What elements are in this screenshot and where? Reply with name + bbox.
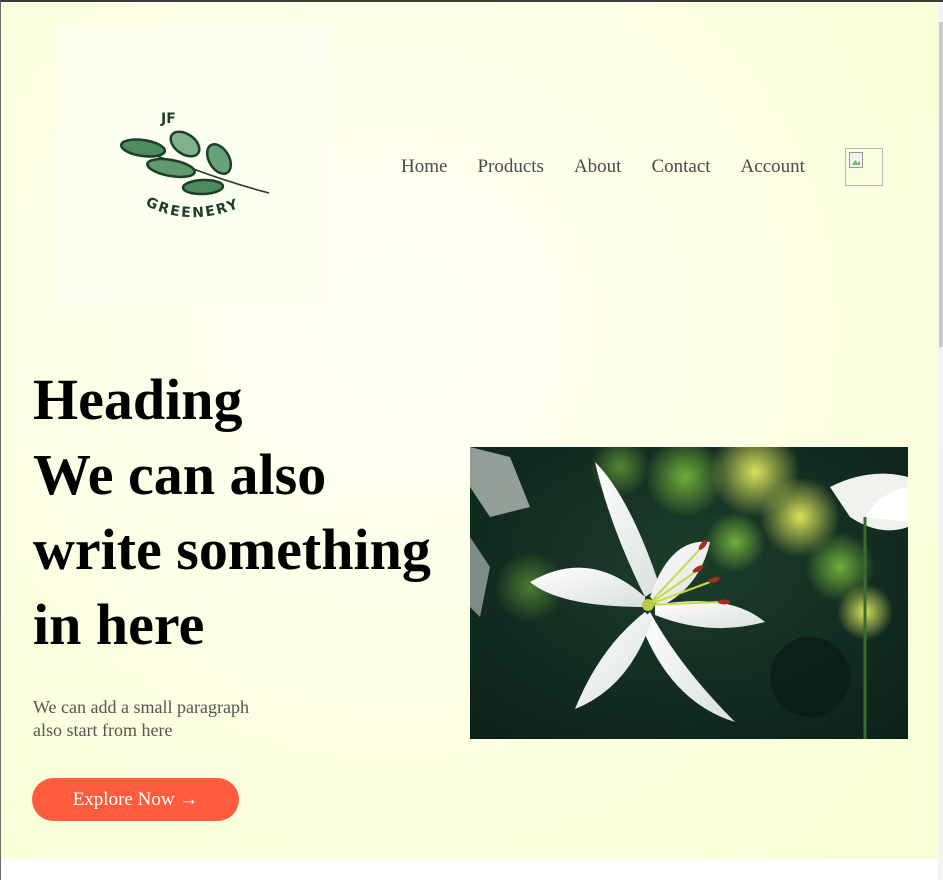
heading-line: write something <box>33 517 431 582</box>
nav-home-link[interactable]: Home <box>401 155 447 179</box>
cart-image-button[interactable] <box>845 148 883 186</box>
nav-contact-link[interactable]: Contact <box>651 155 710 179</box>
heading-line: Heading <box>33 367 243 432</box>
leaf-logo-icon: JF GREENERY <box>119 111 270 221</box>
broken-image-icon <box>849 152 863 168</box>
lily-photo <box>470 447 908 739</box>
nav-about-link[interactable]: About <box>574 155 622 179</box>
paragraph-line: We can add a small paragraph <box>33 697 249 717</box>
page-scrollbar[interactable] <box>938 2 943 880</box>
hero-heading: Heading We can also write something in h… <box>33 362 473 662</box>
brand-logo[interactable]: JF GREENERY <box>57 27 332 302</box>
explore-now-button[interactable]: Explore Now → <box>32 778 239 821</box>
white-lily-image <box>470 447 908 739</box>
hero-paragraph: We can add a small paragraph also start … <box>33 696 293 742</box>
main-nav: Home Products About Contact Account <box>401 155 829 179</box>
heading-line: in here <box>33 592 205 657</box>
scrollbar-thumb[interactable] <box>939 22 943 347</box>
nav-account-link[interactable]: Account <box>741 155 805 179</box>
svg-text:JF: JF <box>160 111 176 127</box>
paragraph-line: also start from here <box>33 720 173 740</box>
heading-line: We can also <box>33 442 327 507</box>
nav-products-link[interactable]: Products <box>477 155 544 179</box>
svg-text:GREENERY: GREENERY <box>143 194 242 221</box>
